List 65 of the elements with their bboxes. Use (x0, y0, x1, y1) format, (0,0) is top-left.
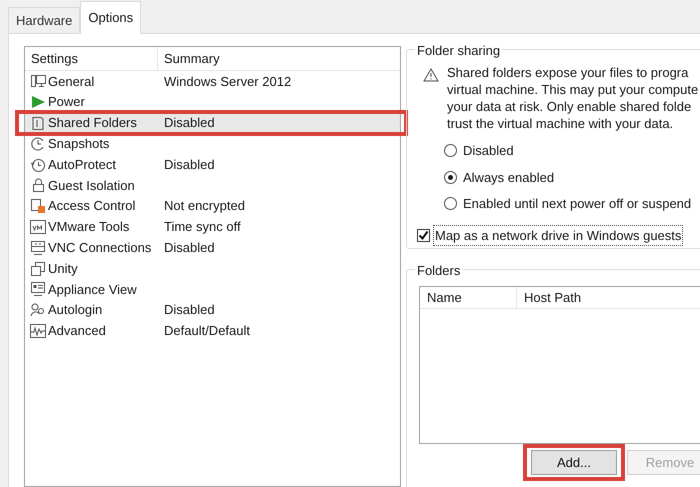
list-row[interactable]: Access Control Not encrypted (25, 196, 400, 217)
list-row[interactable]: Snapshots (25, 133, 400, 154)
list-row[interactable]: Power (25, 92, 400, 113)
clock-icon (30, 136, 46, 152)
setting-name: Shared Folders (48, 114, 137, 132)
setting-summary: Disabled (163, 301, 215, 320)
list-row[interactable]: Unity (25, 258, 400, 279)
tab[interactable]: Hardware (8, 7, 80, 33)
list-row[interactable]: Autologin Disabled (25, 300, 400, 321)
setting-name: AutoProtect (48, 156, 116, 174)
setting-name: Autologin (48, 301, 102, 320)
radio-label: Enabled until next power off or suspend (463, 195, 692, 213)
setting-name: Advanced (48, 322, 106, 340)
list-row[interactable]: Guest Isolation (25, 174, 400, 196)
setting-summary: Disabled (163, 114, 215, 132)
setting-name: Snapshots (48, 135, 110, 154)
radio-label: Disabled (463, 142, 514, 160)
users-icon (30, 302, 46, 318)
setting-name: Unity (48, 260, 78, 278)
setting-name: Access Control (48, 197, 136, 216)
setting-summary: Default/Default (163, 322, 250, 340)
warning-text: virtual machine. This may put your compute (447, 81, 698, 98)
monitor-icon (30, 73, 46, 90)
button[interactable]: Add... (531, 450, 617, 475)
warning-text: Shared folders expose your files to progra (447, 64, 690, 81)
list-row[interactable]: Appliance View (25, 278, 400, 300)
setting-name: Appliance View (48, 280, 137, 299)
play-icon (30, 94, 46, 110)
warning-text: your data at risk. Only enable shared folde (447, 98, 692, 115)
radio-button[interactable] (444, 170, 457, 184)
screen-icon (30, 240, 46, 256)
setting-summary: Time sync off (163, 218, 241, 236)
column-header[interactable]: Host Path (517, 287, 700, 308)
column-header[interactable]: Settings (25, 47, 158, 70)
radio-button[interactable] (444, 144, 457, 158)
column-header[interactable]: Summary (158, 47, 400, 70)
setting-summary: Disabled (163, 239, 215, 258)
clock-icon (30, 156, 46, 173)
list-row[interactable]: VMware Tools Time sync off (25, 216, 400, 238)
radio-label: Always enabled (463, 168, 554, 187)
vm-icon (30, 218, 46, 235)
folders-list[interactable]: Name Host Path (419, 286, 700, 444)
padlock-icon (30, 177, 46, 194)
list-row[interactable]: VNC Connections Disabled (25, 237, 400, 258)
setting-summary: Not encrypted (163, 197, 245, 216)
warning-text: trust the virtual machine with your data. (447, 115, 674, 132)
tab[interactable]: Options (80, 1, 142, 34)
setting-name: VNC Connections (48, 239, 152, 258)
setting-name: Power (48, 93, 85, 112)
radio-button[interactable] (444, 197, 457, 210)
warning-icon (423, 68, 439, 82)
list-row[interactable]: AutoProtect Disabled (25, 154, 400, 175)
waveform-icon (30, 322, 46, 339)
column-header[interactable]: Name (420, 287, 517, 308)
list-row[interactable]: General Windows Server 2012 (25, 71, 400, 92)
checkbox[interactable] (417, 228, 430, 242)
setting-summary: Windows Server 2012 (163, 72, 292, 91)
list-row[interactable]: Advanced Default/Default (25, 320, 400, 342)
checkbox-label: Map as a network drive in Windows guests (433, 224, 684, 246)
setting-name: General (48, 72, 94, 91)
setting-name: VMware Tools (48, 218, 130, 236)
setting-name: Guest Isolation (48, 176, 135, 195)
screen-icon (30, 281, 46, 298)
folder-icon (30, 114, 46, 131)
setting-summary: Disabled (163, 156, 215, 174)
